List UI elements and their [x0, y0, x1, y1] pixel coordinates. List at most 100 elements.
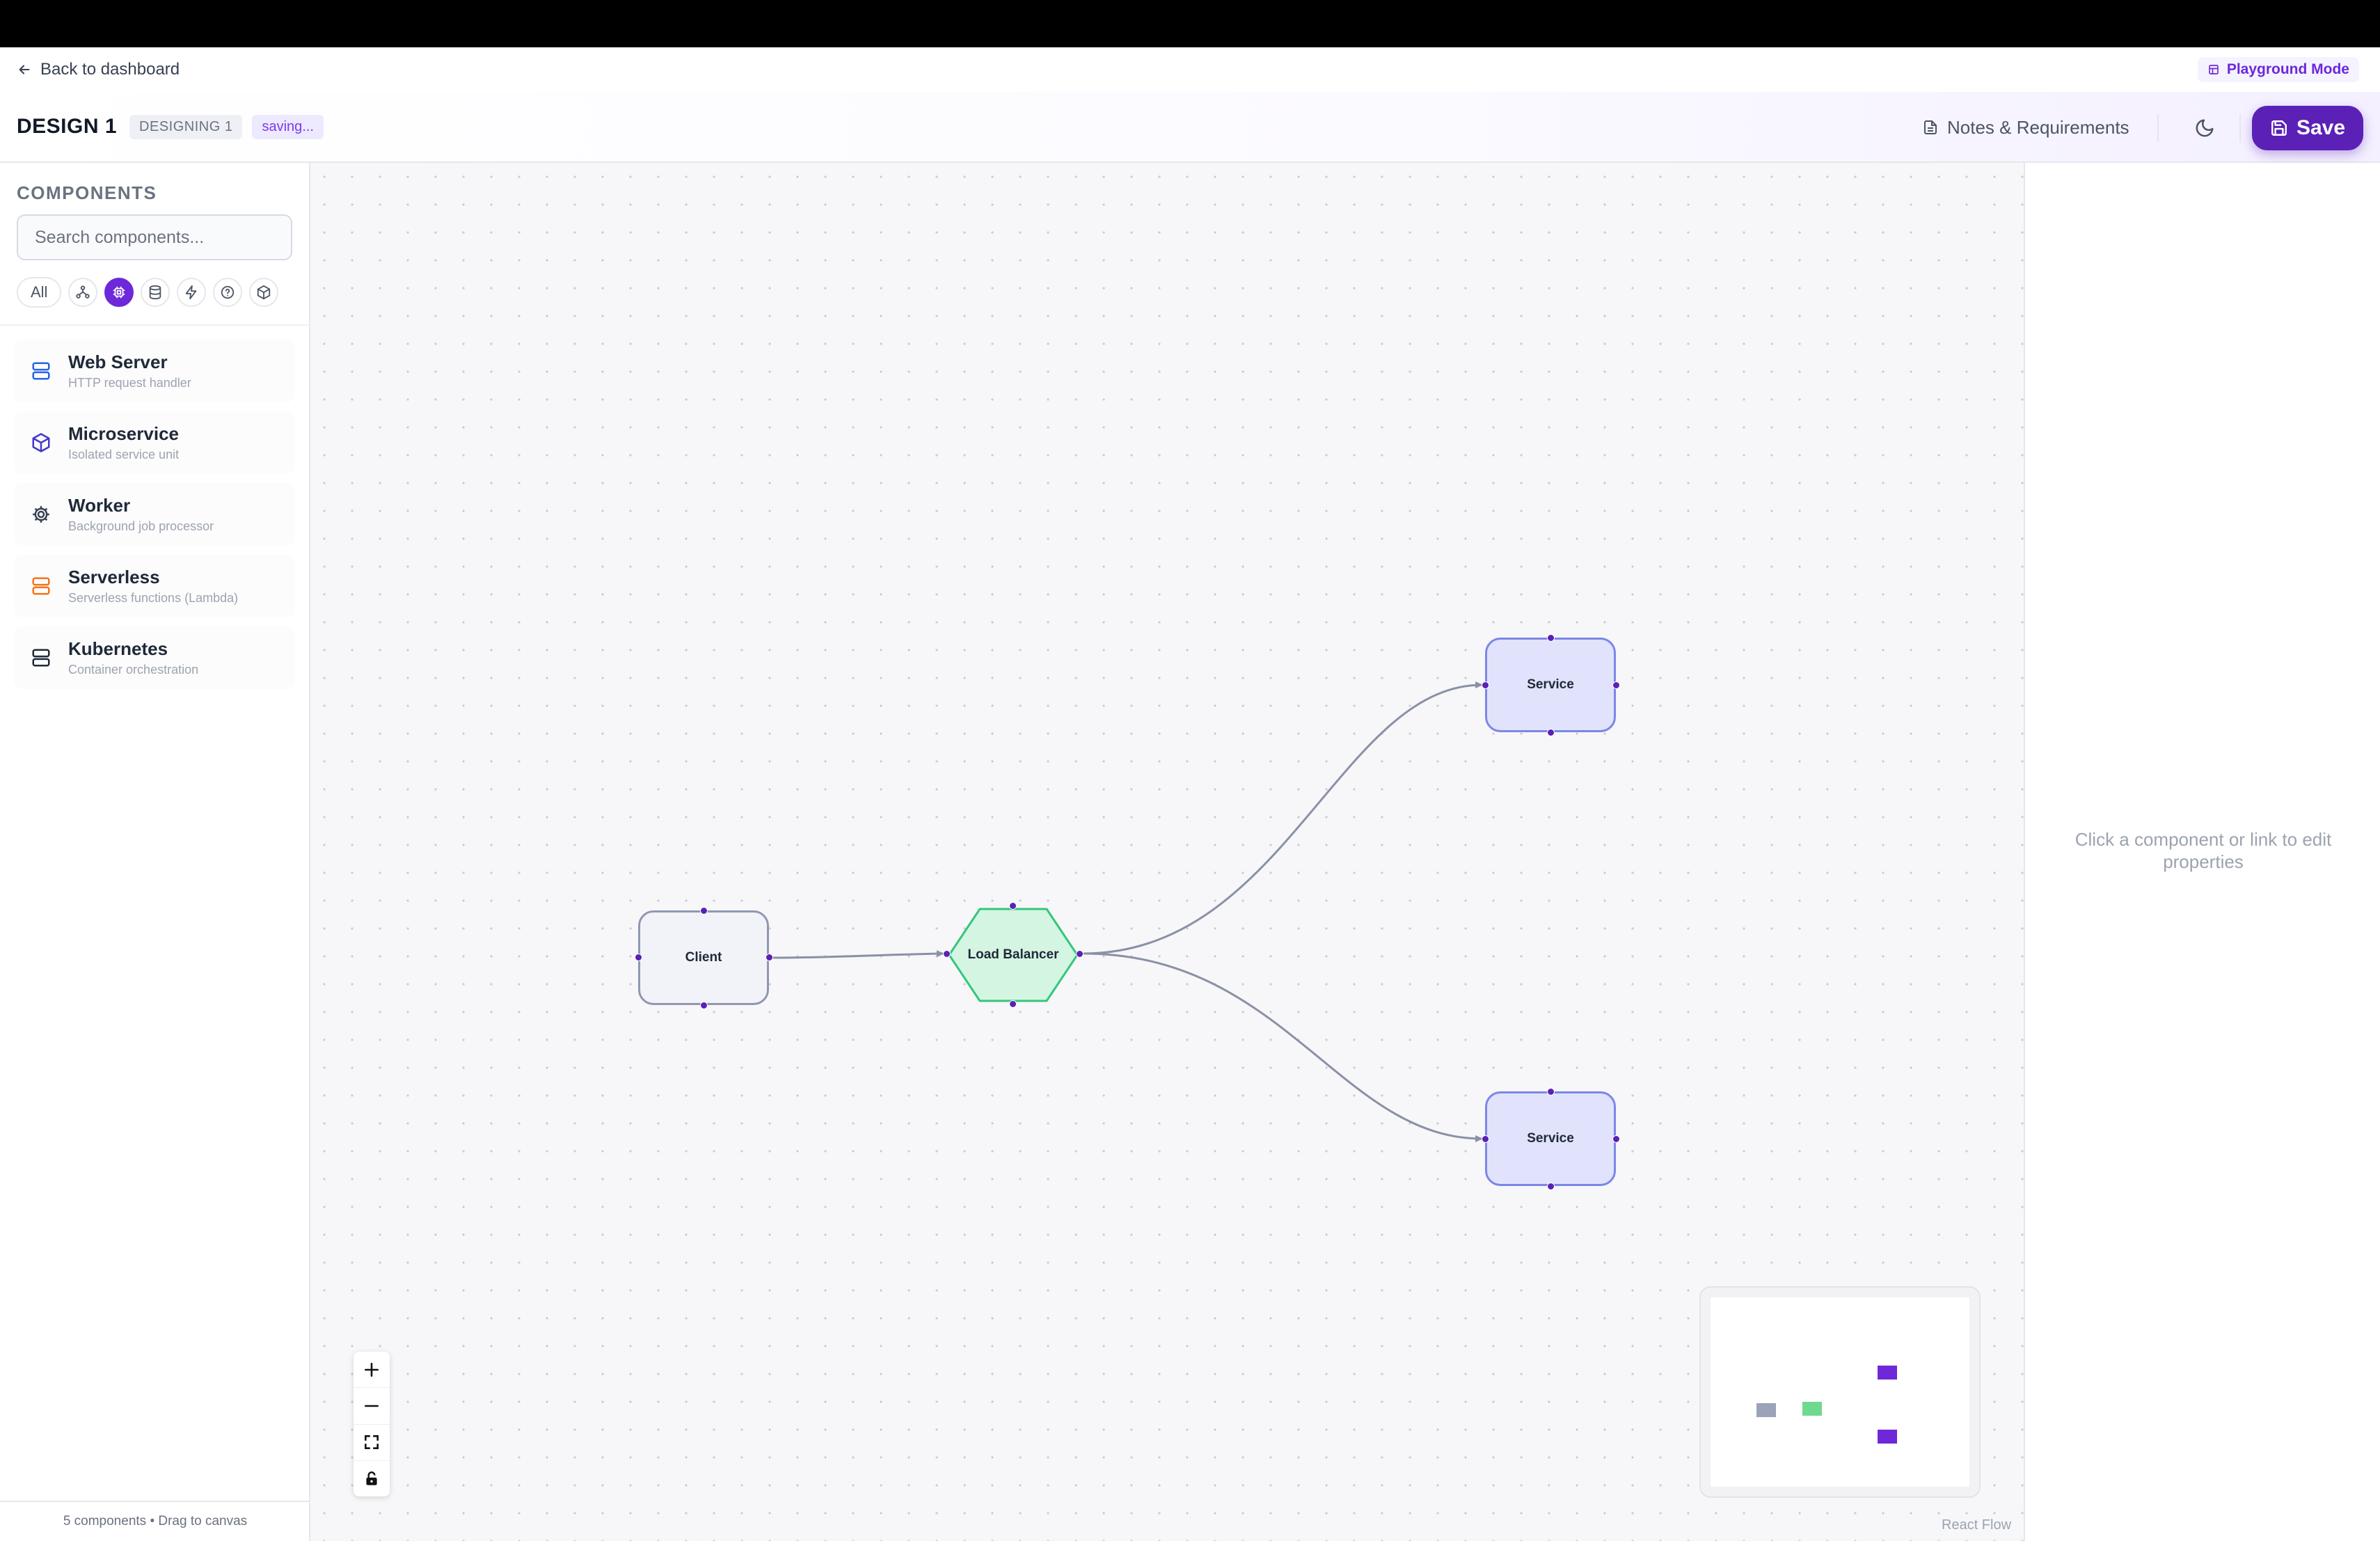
handle-client-bottom[interactable] — [700, 1002, 708, 1009]
category-filters: All — [17, 277, 279, 308]
react-flow-attribution[interactable]: React Flow — [1942, 1517, 2011, 1533]
handle-service-2-bottom[interactable] — [1547, 1183, 1555, 1190]
component-description: Container orchestration — [68, 663, 199, 677]
cube-icon — [28, 429, 54, 456]
top-black-bar — [0, 0, 2380, 47]
filter-network[interactable] — [68, 278, 98, 307]
gear-icon — [28, 501, 54, 528]
playground-mode-label: Playground Mode — [2226, 61, 2349, 77]
back-bar: Back to dashboard Playground Mode — [0, 47, 2380, 92]
component-serverless[interactable]: Serverless Serverless functions (Lambda) — [14, 555, 295, 617]
node-service-2[interactable]: Service — [1485, 1091, 1616, 1186]
edge-client-to-lb[interactable] — [770, 950, 944, 959]
components-heading: COMPONENTS — [17, 182, 157, 203]
search-components-input[interactable] — [17, 214, 292, 260]
sidebar-divider — [0, 324, 310, 326]
back-to-dashboard-link[interactable]: Back to dashboard — [17, 60, 180, 79]
network-icon — [76, 285, 90, 299]
node-service-1[interactable]: Service — [1485, 638, 1616, 732]
save-button-label: Save — [2296, 116, 2346, 139]
handle-lb-right[interactable] — [1076, 950, 1084, 958]
components-sidebar: COMPONENTS All Web Server H — [0, 163, 310, 1541]
handle-lb-left[interactable] — [943, 950, 951, 958]
handle-service-2-top[interactable] — [1547, 1088, 1555, 1096]
save-button[interactable]: Save — [2252, 106, 2363, 150]
back-link-label: Back to dashboard — [40, 60, 180, 79]
save-icon — [2271, 120, 2287, 136]
server-icon — [28, 645, 54, 671]
component-name: Microservice — [68, 423, 179, 444]
node-label: Client — [685, 950, 722, 965]
design-badge: DESIGNING 1 — [129, 114, 243, 139]
edge-lb-to-service-1[interactable] — [1082, 681, 1483, 955]
handle-service-1-bottom[interactable] — [1547, 729, 1555, 736]
lightning-icon — [186, 285, 197, 300]
handle-lb-top[interactable] — [1009, 902, 1017, 910]
save-status-badge: saving... — [252, 114, 324, 139]
layout-icon — [2208, 65, 2219, 74]
component-name: Serverless — [68, 567, 160, 587]
server-icon — [28, 358, 54, 384]
sidebar-footer: 5 components • Drag to canvas — [0, 1501, 310, 1541]
handle-service-2-left[interactable] — [1482, 1135, 1489, 1143]
notes-requirements-label: Notes & Requirements — [1947, 116, 2129, 138]
playground-mode-badge[interactable]: Playground Mode — [2197, 57, 2359, 82]
handle-client-top[interactable] — [700, 907, 708, 915]
minimap-node-client — [1756, 1403, 1776, 1417]
component-description: Background job processor — [68, 519, 214, 533]
handle-service-1-top[interactable] — [1547, 634, 1555, 642]
handle-client-right[interactable] — [765, 954, 773, 961]
node-load-balancer[interactable]: Load Balancer — [946, 906, 1080, 1004]
header-divider — [2239, 114, 2241, 142]
cpu-icon — [113, 286, 125, 299]
notes-requirements-button[interactable]: Notes & Requirements — [1922, 110, 2129, 145]
component-description: Isolated service unit — [68, 448, 180, 461]
component-name: Web Server — [68, 351, 168, 372]
zoom-out-button[interactable] — [354, 1388, 390, 1425]
zoom-in-button[interactable] — [354, 1352, 390, 1389]
filter-messaging[interactable] — [177, 278, 207, 307]
component-web-server[interactable]: Web Server HTTP request handler — [14, 340, 295, 402]
component-name: Kubernetes — [68, 638, 168, 659]
lock-icon — [366, 1471, 377, 1486]
design-header: DESIGN 1 DESIGNING 1 saving... Notes & R… — [0, 92, 2380, 163]
component-list: Web Server HTTP request handler Microser… — [14, 340, 295, 698]
theme-toggle-button[interactable] — [2189, 113, 2220, 143]
component-description: Serverless functions (Lambda) — [68, 591, 239, 605]
properties-hint: Click a component or link to edit proper… — [2074, 829, 2332, 872]
filter-all[interactable]: All — [17, 277, 62, 308]
node-client[interactable]: Client — [638, 910, 769, 1005]
handle-lb-bottom[interactable] — [1009, 1000, 1017, 1008]
fit-view-button[interactable] — [354, 1425, 390, 1461]
server-icon — [28, 573, 54, 599]
handle-client-left[interactable] — [635, 954, 642, 961]
component-worker[interactable]: Worker Background job processor — [14, 483, 295, 546]
node-label: Service — [1527, 677, 1574, 692]
handle-service-1-right[interactable] — [1612, 681, 1620, 689]
component-name: Worker — [68, 495, 131, 516]
filter-package[interactable] — [249, 278, 279, 307]
filter-other[interactable] — [213, 278, 243, 307]
filter-compute[interactable] — [104, 278, 134, 307]
handle-service-2-right[interactable] — [1612, 1135, 1620, 1143]
flow-canvas[interactable]: Client Load Balancer Service Service Rea… — [310, 163, 2024, 1541]
node-label: Service — [1527, 1131, 1574, 1146]
minimap-node-load-balancer — [1802, 1402, 1822, 1416]
plus-icon — [365, 1362, 379, 1377]
lock-button[interactable] — [354, 1461, 390, 1496]
handle-service-1-left[interactable] — [1482, 681, 1489, 689]
zoom-controls — [354, 1352, 390, 1496]
edge-lb-to-service-2[interactable] — [1082, 952, 1483, 1142]
minimap-viewport — [1711, 1297, 1969, 1487]
arrow-left-icon — [19, 65, 30, 74]
help-circle-icon — [221, 285, 235, 299]
component-kubernetes[interactable]: Kubernetes Container orchestration — [14, 626, 295, 689]
moon-icon — [2196, 119, 2214, 137]
design-title: DESIGN 1 — [17, 115, 118, 138]
filter-storage[interactable] — [141, 278, 170, 307]
component-microservice[interactable]: Microservice Isolated service unit — [14, 411, 295, 474]
minimap[interactable] — [1699, 1286, 1981, 1498]
minus-icon — [365, 1405, 379, 1407]
document-icon — [1924, 120, 1937, 134]
component-description: HTTP request handler — [68, 376, 191, 390]
